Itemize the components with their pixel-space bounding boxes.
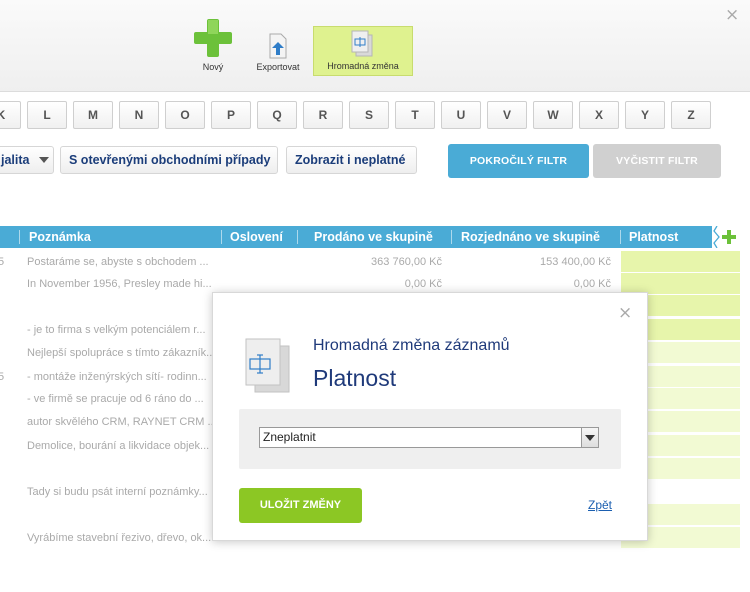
top-toolbar: × Nový Exportovat Hromadná změna [0, 0, 750, 92]
plus-icon [194, 19, 232, 57]
letter-button[interactable]: N [119, 101, 159, 129]
letter-button[interactable]: P [211, 101, 251, 129]
open-cases-filter-button[interactable]: S otevřenými obchodními případy [60, 146, 278, 174]
letter-button[interactable]: Y [625, 101, 665, 129]
column-negotiated-in-group[interactable]: Rozjednáno ve skupině [461, 226, 600, 248]
column-salutation[interactable]: Oslovení [230, 226, 283, 248]
letter-button[interactable]: R [303, 101, 343, 129]
letter-button[interactable]: L [27, 101, 67, 129]
letter-button[interactable]: U [441, 101, 481, 129]
dialog-close-icon[interactable]: × [618, 305, 632, 322]
new-label: Nový [202, 62, 224, 72]
bulk-change-button[interactable]: Hromadná změna [313, 26, 413, 76]
dialog-field-panel: Zneplatnit [239, 409, 621, 469]
quality-filter-label: jalita [1, 153, 30, 167]
app-window: × Nový Exportovat Hromadná změna K L M N… [0, 0, 750, 592]
window-close-icon[interactable]: × [725, 7, 739, 24]
bulk-change-label: Hromadná změna [327, 61, 399, 71]
column-separator [451, 230, 452, 244]
add-column-area [712, 226, 750, 248]
letter-button[interactable]: T [395, 101, 435, 129]
chevron-down-icon[interactable] [581, 428, 598, 447]
column-separator [620, 230, 621, 244]
chevron-down-icon [39, 157, 49, 163]
bulk-change-icon [351, 30, 373, 57]
column-separator [19, 230, 20, 244]
show-invalid-button[interactable]: Zobrazit i neplatné [286, 146, 417, 174]
letter-button[interactable]: V [487, 101, 527, 129]
add-column-icon[interactable] [722, 230, 736, 244]
letter-button[interactable]: M [73, 101, 113, 129]
export-icon [269, 33, 287, 59]
alphabet-filter: K L M N O P Q R S T U V W X Y Z [0, 101, 750, 131]
letter-button[interactable]: S [349, 101, 389, 129]
advanced-filter-button[interactable]: POKROČILÝ FILTR [448, 144, 589, 178]
column-resize-handle-icon[interactable] [712, 226, 722, 248]
clear-filter-button[interactable]: VYČISTIT FILTR [593, 144, 721, 178]
dialog-title: Platnost [313, 365, 397, 391]
grid-header: Poznámka Oslovení Prodáno ve skupině Roz… [0, 226, 740, 248]
bulk-change-dialog-icon [245, 338, 290, 393]
bulk-change-dialog: × Hromadná změna záznamů Platnost Znepla… [212, 292, 648, 541]
column-separator [221, 230, 222, 244]
dialog-subtitle: Hromadná změna záznamů [313, 337, 510, 354]
quality-filter-dropdown[interactable]: jalita [0, 146, 54, 174]
letter-button[interactable]: X [579, 101, 619, 129]
export-button[interactable]: Exportovat [248, 26, 308, 76]
column-note[interactable]: Poznámka [29, 226, 91, 248]
letter-button[interactable]: K [0, 101, 21, 129]
save-changes-button[interactable]: ULOŽIT ZMĚNY [239, 488, 362, 523]
letter-button[interactable]: Z [671, 101, 711, 129]
letter-button[interactable]: O [165, 101, 205, 129]
column-separator [297, 230, 298, 244]
letter-button[interactable]: Q [257, 101, 297, 129]
column-validity[interactable]: Platnost [629, 226, 678, 248]
letter-button[interactable]: W [533, 101, 573, 129]
validity-select-value: Zneplatnit [263, 430, 316, 444]
column-sold-in-group[interactable]: Prodáno ve skupině [314, 226, 433, 248]
new-button[interactable]: Nový [190, 19, 236, 76]
export-label: Exportovat [256, 62, 300, 72]
validity-select[interactable]: Zneplatnit [259, 427, 599, 448]
back-link[interactable]: Zpět [588, 498, 612, 512]
